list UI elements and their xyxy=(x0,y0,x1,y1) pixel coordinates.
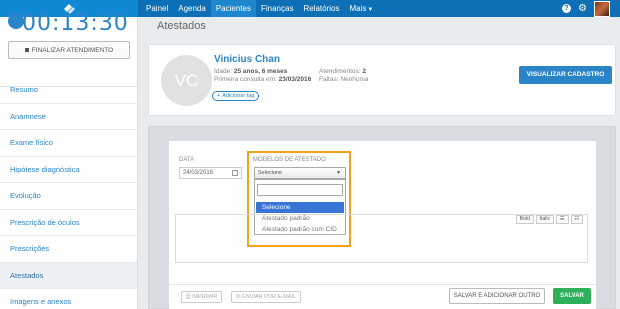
email-button[interactable]: ✉ ENVIAR POR E-MAIL xyxy=(231,291,301,303)
save-button[interactable]: SALVAR xyxy=(553,288,591,304)
date-value: 24/03/2016 xyxy=(183,170,214,176)
date-field[interactable]: 24/03/2016 xyxy=(179,167,242,179)
nav-painel[interactable]: Painel xyxy=(141,0,173,17)
editor-toolbar: Bold Italic ☰ ☷ xyxy=(515,215,583,224)
numbered-list-icon[interactable]: ☷ xyxy=(570,215,583,224)
sidebar-item-anamnese[interactable]: Anamnese xyxy=(0,104,137,130)
nav-relatorios[interactable]: Relatórios xyxy=(298,0,344,17)
sidebar-item-imagens[interactable]: Imagens e anexos xyxy=(0,289,137,309)
dropdown-search-input[interactable] xyxy=(257,184,343,196)
sidebar-menu: Resumo Anamnese Exame físico Hipótese di… xyxy=(0,77,137,309)
template-select[interactable]: Selecione ▼ xyxy=(254,167,346,179)
caret-down-icon: ▼ xyxy=(367,7,374,13)
bullet-list-icon[interactable]: ☰ xyxy=(556,215,569,224)
patient-age: Idade: 25 anos, 6 meses xyxy=(214,68,287,75)
finalize-attendance-button[interactable]: FINALIZAR ATENDIMENTO xyxy=(8,41,130,59)
email-icon: ✉ xyxy=(236,294,241,300)
first-visit-label: Primeira consulta em: xyxy=(214,76,277,83)
email-label: ENVIAR POR E-MAIL xyxy=(242,294,296,300)
calendar-icon[interactable] xyxy=(232,170,238,176)
patient-appointments: Atendimentos: 2 xyxy=(319,68,366,75)
template-label: MODELOS DE ATESTADO xyxy=(253,157,326,163)
patient-absences: Faltas: Nenhuma xyxy=(319,76,369,83)
option-selecione[interactable]: Selecione xyxy=(256,202,344,213)
age-value: 25 anos, 6 meses xyxy=(233,68,288,75)
stop-icon xyxy=(24,48,29,52)
plus-icon: + xyxy=(217,93,221,99)
patient-avatar: VC xyxy=(161,55,212,106)
nav-mais-label: Mais xyxy=(349,4,367,13)
age-label: Idade: xyxy=(214,68,233,75)
sidebar-item-prescricoes[interactable]: Prescrições xyxy=(0,236,137,263)
nav-agenda[interactable]: Agenda xyxy=(173,0,211,17)
view-record-button[interactable]: VISUALIZAR CADASTRO xyxy=(519,66,612,84)
chevron-down-icon: ▼ xyxy=(336,170,341,176)
appointments-label: Atendimentos: xyxy=(319,68,361,75)
bold-button[interactable]: Bold xyxy=(515,215,534,224)
help-icon[interactable]: ? xyxy=(562,4,572,13)
user-avatar[interactable] xyxy=(594,0,610,17)
appointments-value: 2 xyxy=(362,68,366,75)
sidebar-item-exame-fisico[interactable]: Exame físico xyxy=(0,130,137,157)
certificate-form-area: DATA 24/03/2016 MODELOS DE ATESTADO Sele… xyxy=(148,126,616,309)
patient-name[interactable]: Vinicius Chan xyxy=(214,54,280,65)
nav-pacientes[interactable]: Pacientes xyxy=(210,0,256,17)
sidebar-item-evolucao[interactable]: Evolução xyxy=(0,183,137,210)
finalize-label: FINALIZAR ATENDIMENTO xyxy=(31,46,114,54)
sidebar-item-prescricao-oculos[interactable]: Prescrição de óculos xyxy=(0,210,137,236)
sidebar: 00:13:30 FINALIZAR ATENDIMENTO Resumo An… xyxy=(0,11,138,309)
print-button[interactable]: ⎙ IMPRIMIR xyxy=(181,291,223,303)
certificate-form: DATA 24/03/2016 MODELOS DE ATESTADO Sele… xyxy=(169,141,596,309)
patient-first-visit: Primeira consulta em: 23/03/2016 xyxy=(214,76,311,83)
nav-mais[interactable]: Mais▼ xyxy=(344,0,378,17)
absences-label: Faltas: xyxy=(319,76,339,83)
template-select-value: Selecione xyxy=(258,170,283,176)
add-tag-button[interactable]: + Adicionar tag xyxy=(212,91,260,101)
page-title: Atestados xyxy=(157,20,206,32)
date-label: DATA xyxy=(179,157,195,163)
top-actions: ? ⚙ xyxy=(562,0,610,17)
save-and-add-button[interactable]: SALVAR E ADICIONAR OUTRO xyxy=(449,288,545,304)
print-label: IMPRIMIR xyxy=(191,294,218,300)
add-tag-label: Adicionar tag xyxy=(222,93,255,99)
nav-financas[interactable]: Finanças xyxy=(256,0,298,17)
sidebar-item-atestados[interactable]: Atestados xyxy=(0,262,137,289)
main-nav: Painel Agenda Pacientes Finanças Relatór… xyxy=(141,0,378,17)
gear-icon[interactable]: ⚙ xyxy=(578,0,587,17)
sidebar-item-hipotese[interactable]: Hipótese diagnóstica xyxy=(0,157,137,183)
attendance-timer: 00:13:30 xyxy=(22,11,129,36)
italic-button[interactable]: Italic xyxy=(535,215,555,224)
certificate-text-editor[interactable]: Bold Italic ☰ ☷ xyxy=(175,214,588,263)
patient-card: VC Vinicius Chan Idade: 25 anos, 6 meses… xyxy=(148,44,616,116)
absences-value: Nenhuma xyxy=(340,76,369,83)
sidebar-item-resumo[interactable]: Resumo xyxy=(0,77,137,104)
divider xyxy=(169,284,596,285)
print-icon: ⎙ xyxy=(186,294,191,300)
first-visit-value: 23/03/2016 xyxy=(278,76,312,83)
